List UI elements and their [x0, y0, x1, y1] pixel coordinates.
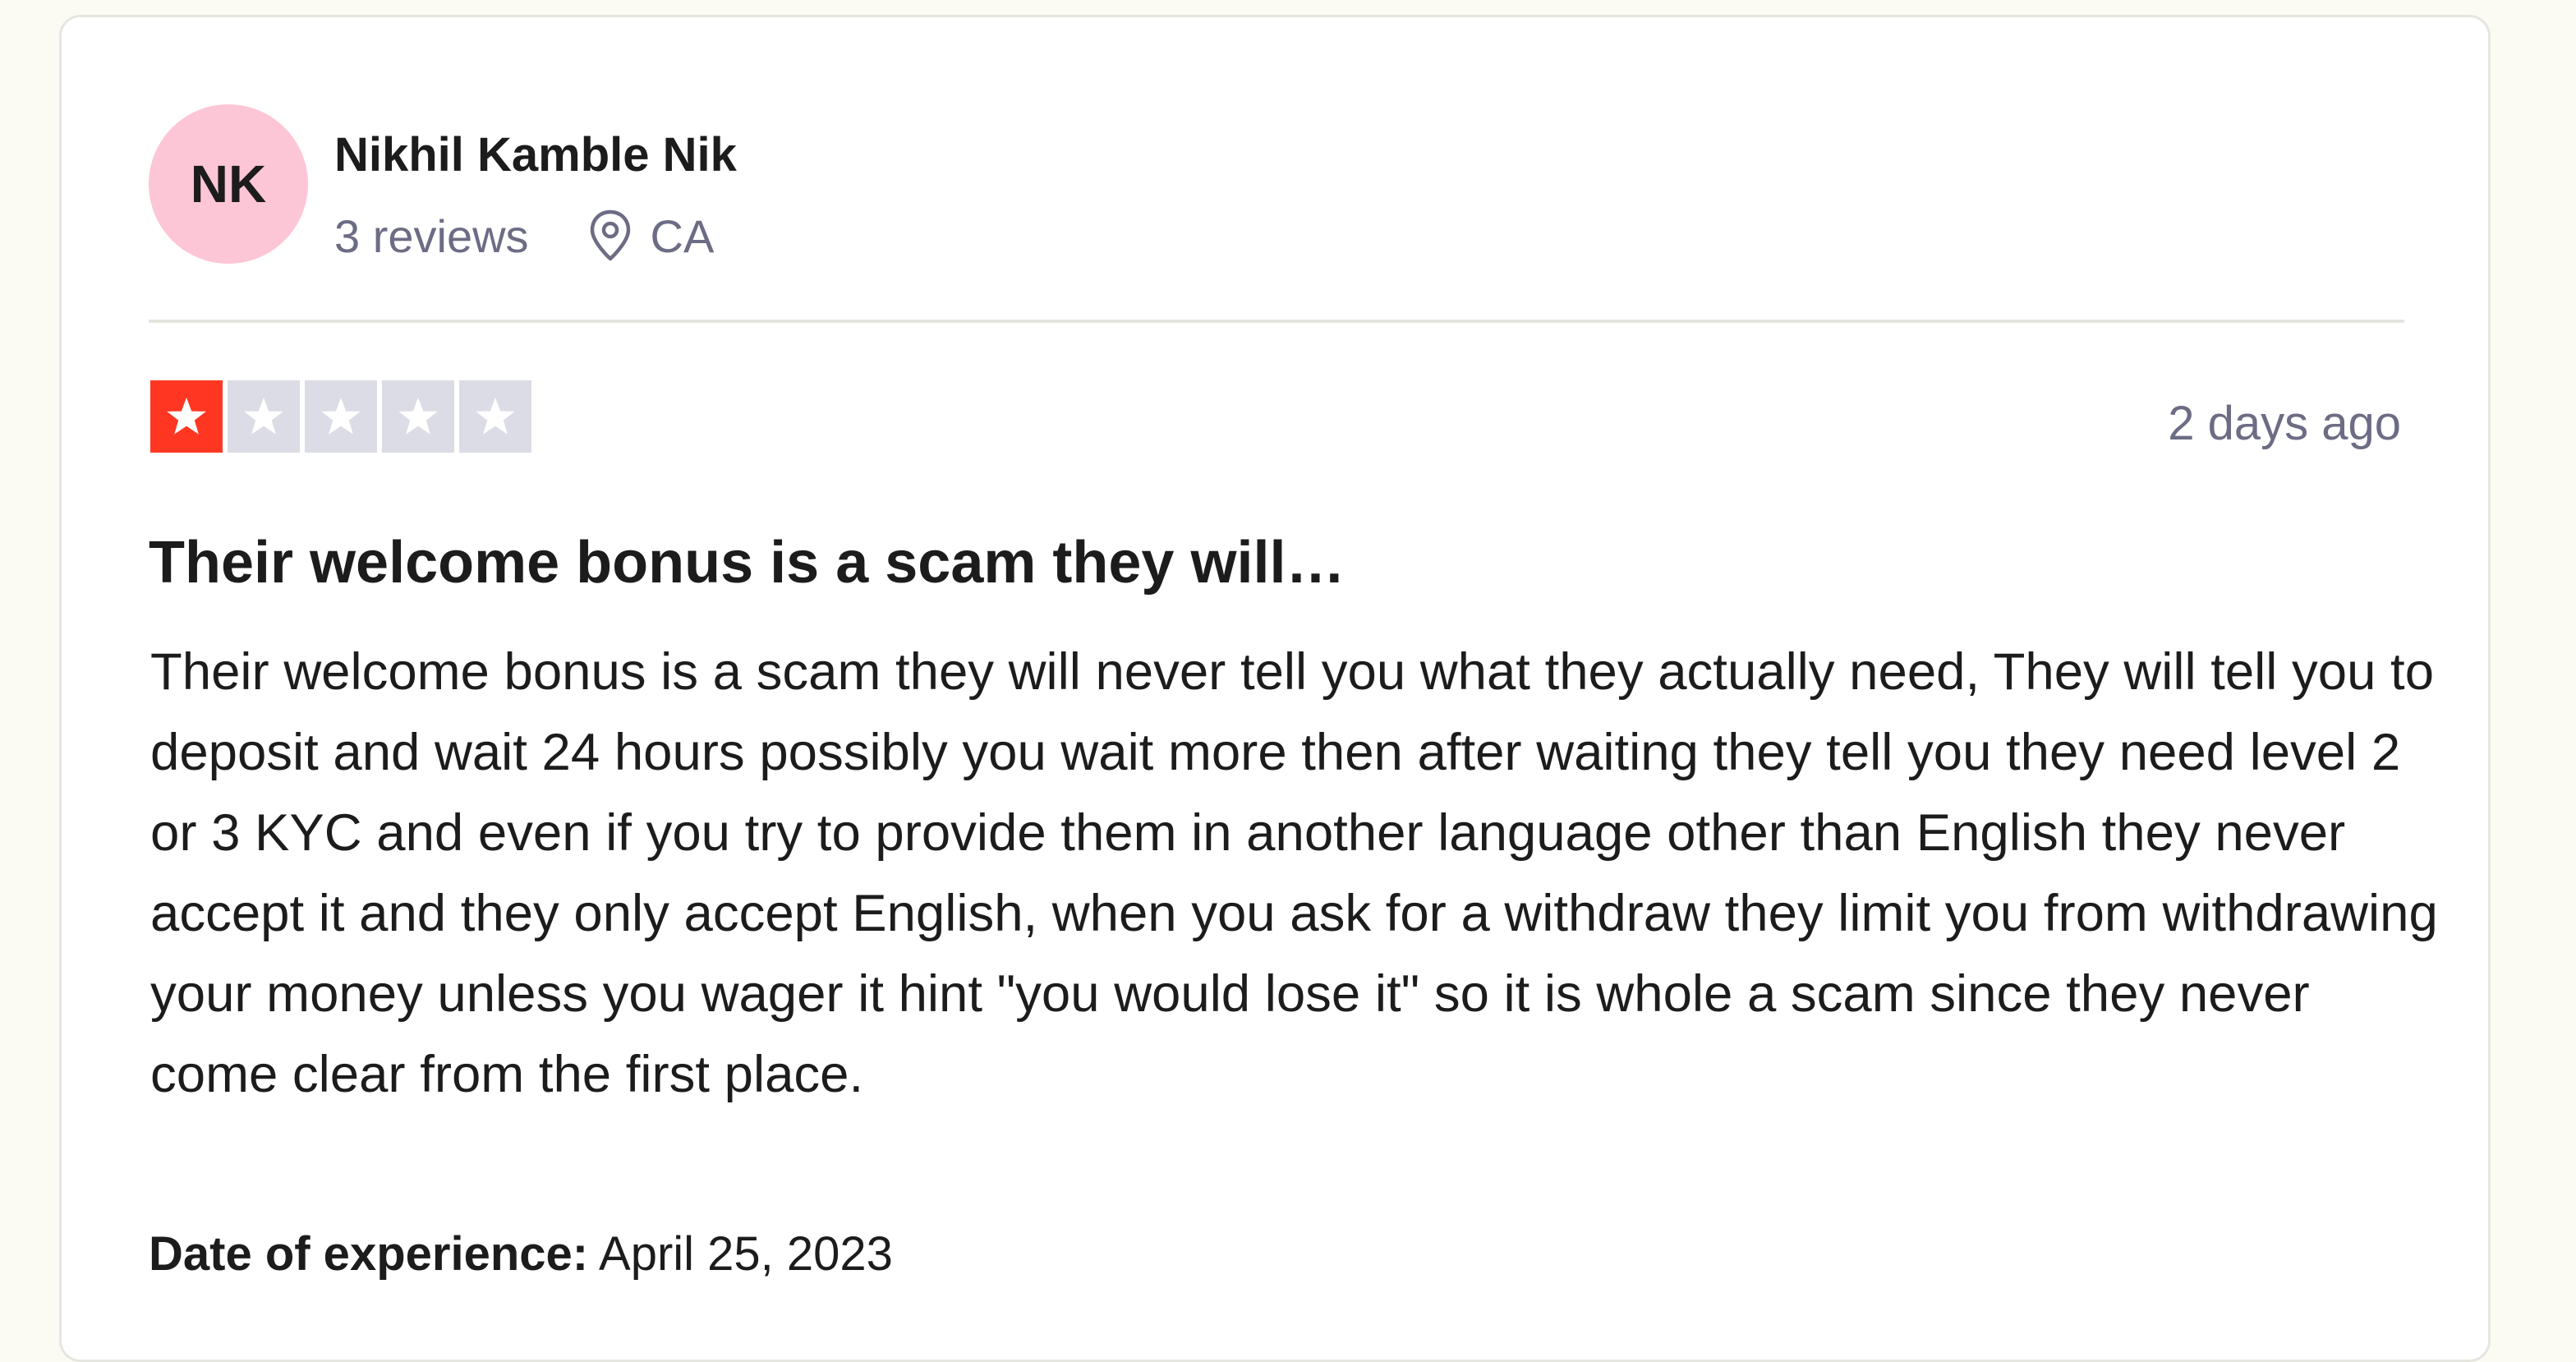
date-of-experience: Date of experience: April 25, 2023 [149, 1225, 893, 1284]
review-date: 2 days ago [2168, 397, 2401, 450]
star-icon [305, 380, 377, 453]
review-title-link[interactable]: Their welcome bonus is a scam they will… [149, 525, 1345, 600]
divider [149, 320, 2404, 323]
review-card: NK Nikhil Kamble Nik 3 reviews CA 2 days… [59, 15, 2491, 1362]
star-icon [228, 380, 300, 453]
avatar[interactable]: NK [149, 104, 308, 264]
review-body: Their welcome bonus is a scam they will … [150, 643, 2438, 1103]
avatar-initials: NK [190, 154, 267, 214]
reviewer-meta: 3 reviews CA [334, 201, 714, 270]
review-count: 3 reviews [334, 209, 529, 262]
reviewer-location: CA [650, 209, 715, 262]
date-of-experience-value: April 25, 2023 [599, 1227, 893, 1281]
star-icon [150, 380, 223, 453]
star-rating [150, 380, 531, 453]
star-icon [459, 380, 531, 453]
map-pin-icon [588, 209, 632, 263]
star-icon [382, 380, 454, 453]
reviewer-name-link[interactable]: Nikhil Kamble Nik [334, 122, 737, 188]
date-of-experience-label: Date of experience: [149, 1227, 589, 1281]
